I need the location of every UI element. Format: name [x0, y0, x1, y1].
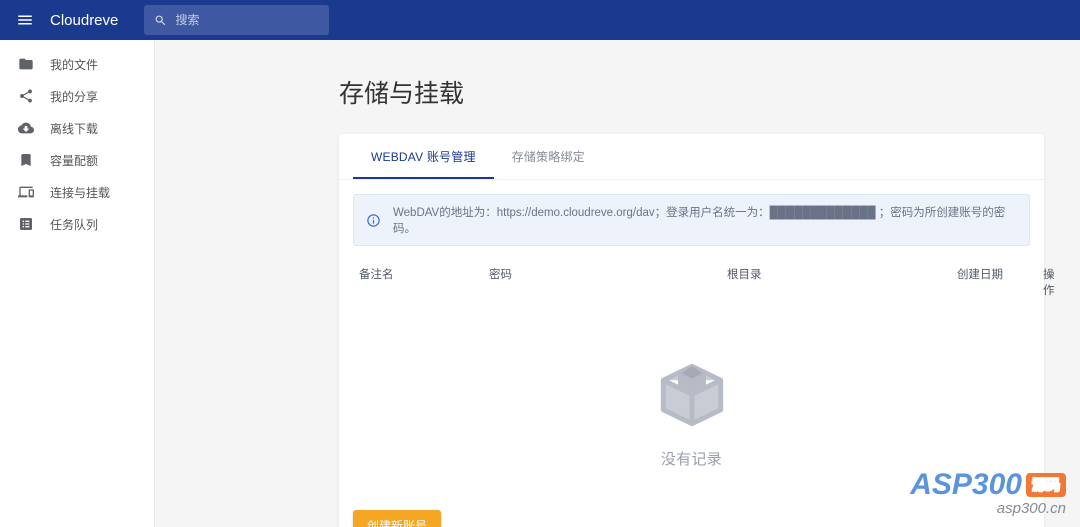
empty-box-icon — [651, 354, 733, 436]
empty-state: 没有记录 — [339, 308, 1044, 499]
sidebar-item-label: 我的分享 — [50, 88, 98, 105]
tab-policy[interactable]: 存储策略绑定 — [494, 134, 603, 179]
column-password: 密码 — [489, 266, 727, 298]
column-ops: 操作 — [1043, 266, 1055, 298]
content-card: WEBDAV 账号管理 存储策略绑定 WebDAV的地址为：https://de… — [339, 134, 1044, 527]
list-icon — [18, 216, 34, 232]
sidebar: 我的文件 我的分享 离线下载 容量配额 连接与挂载 任务队列 — [0, 40, 155, 527]
devices-icon — [18, 184, 34, 200]
share-icon — [18, 88, 34, 104]
tab-webdav[interactable]: WEBDAV 账号管理 — [353, 134, 494, 179]
main-content: 存储与挂载 WEBDAV 账号管理 存储策略绑定 WebDAV的地址为：http… — [155, 40, 1080, 527]
sidebar-item-tasks[interactable]: 任务队列 — [0, 208, 154, 240]
storage-icon — [18, 152, 34, 168]
empty-text: 没有记录 — [661, 448, 722, 469]
sidebar-item-label: 离线下载 — [50, 120, 98, 137]
search-box[interactable] — [144, 5, 329, 35]
info-text: WebDAV的地址为：https://demo.cloudreve.org/da… — [393, 204, 1017, 236]
app-bar: Cloudreve — [0, 0, 1080, 40]
hamburger-icon — [16, 11, 34, 29]
page-title: 存储与挂载 — [339, 74, 1044, 110]
menu-button[interactable] — [6, 0, 44, 40]
cloud-download-icon — [18, 120, 34, 136]
table-header: 备注名 密码 根目录 创建日期 操作 — [339, 256, 1044, 308]
sidebar-item-label: 容量配额 — [50, 152, 98, 169]
sidebar-item-label: 连接与挂载 — [50, 184, 110, 201]
info-icon — [366, 213, 381, 228]
search-input[interactable] — [175, 13, 319, 27]
sidebar-item-label: 我的文件 — [50, 56, 98, 73]
sidebar-item-offline[interactable]: 离线下载 — [0, 112, 154, 144]
column-name: 备注名 — [359, 266, 489, 298]
sidebar-item-files[interactable]: 我的文件 — [0, 48, 154, 80]
search-icon — [154, 13, 167, 28]
sidebar-item-connect[interactable]: 连接与挂载 — [0, 176, 154, 208]
brand-title: Cloudreve — [50, 12, 118, 29]
column-date: 创建日期 — [957, 266, 1043, 298]
folder-icon — [18, 56, 34, 72]
tabs: WEBDAV 账号管理 存储策略绑定 — [339, 134, 1044, 180]
create-account-button[interactable]: 创建新账号 — [353, 510, 441, 527]
sidebar-item-quota[interactable]: 容量配额 — [0, 144, 154, 176]
info-banner: WebDAV的地址为：https://demo.cloudreve.org/da… — [353, 194, 1030, 246]
column-root: 根目录 — [727, 266, 957, 298]
sidebar-item-label: 任务队列 — [50, 216, 98, 233]
sidebar-item-share[interactable]: 我的分享 — [0, 80, 154, 112]
